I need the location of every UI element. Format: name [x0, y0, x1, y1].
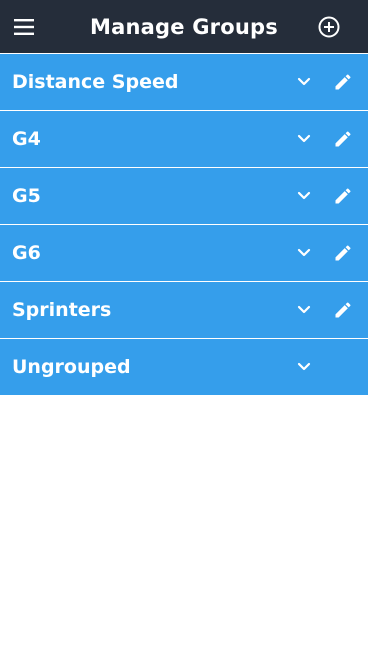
chevron-down-icon[interactable] — [292, 184, 316, 208]
group-list: Distance Speed G4 G5 G6 Sprinters Ungrou… — [0, 53, 368, 395]
chevron-down-icon[interactable] — [292, 355, 316, 379]
group-row-distance-speed[interactable]: Distance Speed — [0, 53, 368, 110]
hamburger-menu-icon[interactable] — [14, 18, 34, 35]
page-title: Manage Groups — [90, 14, 278, 39]
pencil-icon[interactable] — [331, 241, 355, 265]
pencil-icon[interactable] — [331, 127, 355, 151]
add-circle-icon[interactable] — [318, 16, 340, 38]
group-row-sprinters[interactable]: Sprinters — [0, 281, 368, 338]
pencil-icon[interactable] — [331, 70, 355, 94]
group-row-g4[interactable]: G4 — [0, 110, 368, 167]
pencil-icon[interactable] — [331, 298, 355, 322]
chevron-down-icon[interactable] — [292, 70, 316, 94]
pencil-icon[interactable] — [331, 184, 355, 208]
app-screen: Manage Groups Distance Speed G4 G5 G6 Sp… — [0, 0, 368, 661]
add-group-button[interactable] — [305, 0, 353, 53]
group-row-g6[interactable]: G6 — [0, 224, 368, 281]
group-row-ungrouped[interactable]: Ungrouped — [0, 338, 368, 395]
menu-button[interactable] — [0, 0, 48, 53]
app-header: Manage Groups — [0, 0, 368, 53]
chevron-down-icon[interactable] — [292, 127, 316, 151]
chevron-down-icon[interactable] — [292, 298, 316, 322]
group-row-g5[interactable]: G5 — [0, 167, 368, 224]
chevron-down-icon[interactable] — [292, 241, 316, 265]
